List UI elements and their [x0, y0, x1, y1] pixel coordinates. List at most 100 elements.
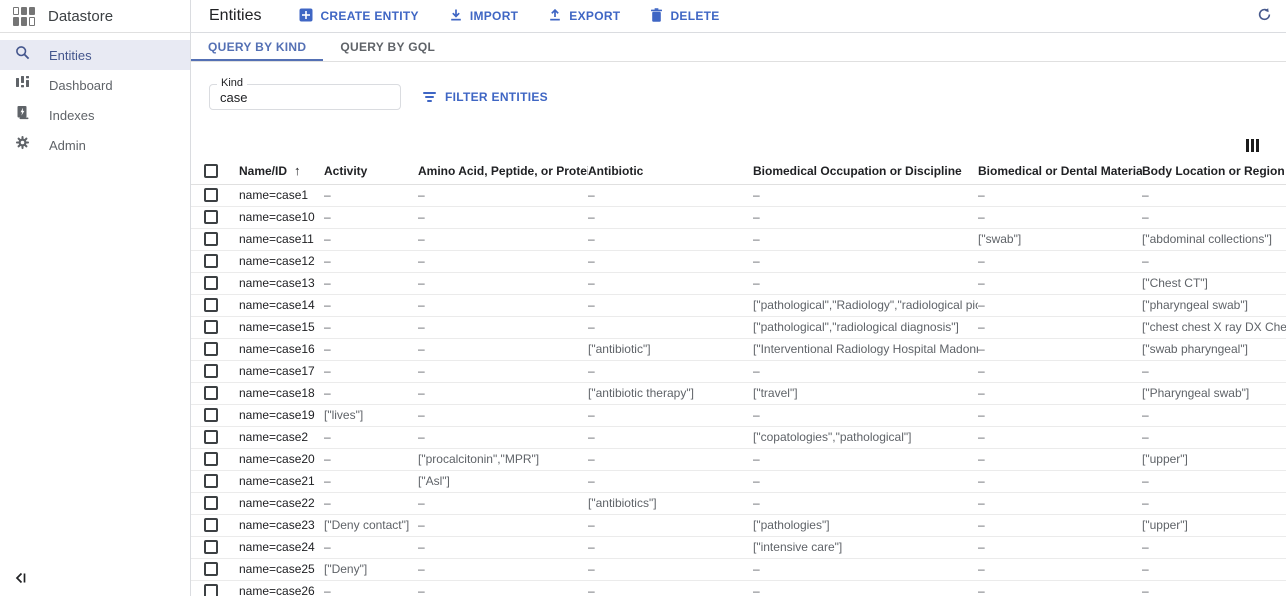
tab-label: QUERY BY GQL	[340, 40, 435, 54]
app-title: Datastore	[48, 8, 113, 25]
row-checkbox[interactable]	[204, 452, 218, 466]
dashboard-icon	[15, 75, 30, 95]
row-cell: –	[324, 316, 418, 338]
create-entity-label: CREATE ENTITY	[320, 9, 418, 23]
row-cell: –	[588, 404, 753, 426]
row-checkbox[interactable]	[204, 232, 218, 246]
row-cell: –	[1142, 558, 1286, 580]
row-name[interactable]: name=case25	[239, 558, 324, 580]
export-icon	[548, 8, 562, 25]
row-cell: –	[588, 580, 753, 596]
row-checkbox[interactable]	[204, 254, 218, 268]
query-panel: Kind FILTER ENTITIES	[191, 62, 1286, 132]
row-cell: ["antibiotic"]	[588, 338, 753, 360]
row-name[interactable]: name=case17	[239, 360, 324, 382]
column-header-activity[interactable]: Activity	[324, 158, 418, 184]
export-button[interactable]: EXPORT	[548, 8, 620, 25]
collapse-sidebar-button[interactable]	[14, 571, 28, 585]
row-checkbox[interactable]	[204, 474, 218, 488]
delete-button[interactable]: DELETE	[650, 8, 719, 25]
table-toolbar	[191, 132, 1286, 158]
row-cell: ["Deny"]	[324, 558, 418, 580]
tab-query-by-kind[interactable]: QUERY BY KIND	[191, 33, 323, 61]
row-checkbox[interactable]	[204, 540, 218, 554]
row-cell: –	[753, 206, 978, 228]
row-cell: ["Chest CT"]	[1142, 272, 1286, 294]
column-header-body-location[interactable]: Body Location or Region	[1142, 158, 1286, 184]
row-name[interactable]: name=case16	[239, 338, 324, 360]
sidebar-item-admin[interactable]: Admin	[0, 130, 190, 160]
column-header-antibiotic[interactable]: Antibiotic	[588, 158, 753, 184]
row-checkbox[interactable]	[204, 276, 218, 290]
row-checkbox[interactable]	[204, 408, 218, 422]
row-name[interactable]: name=case22	[239, 492, 324, 514]
filter-entities-label: FILTER ENTITIES	[445, 90, 548, 104]
row-cell: ["swab pharyngeal"]	[1142, 338, 1286, 360]
row-checkbox[interactable]	[204, 188, 218, 202]
row-name[interactable]: name=case14	[239, 294, 324, 316]
row-cell: –	[324, 294, 418, 316]
row-name[interactable]: name=case18	[239, 382, 324, 404]
column-header-biomedical-occupation[interactable]: Biomedical Occupation or Discipline	[753, 158, 978, 184]
tab-query-by-gql[interactable]: QUERY BY GQL	[323, 33, 452, 61]
row-cell: –	[588, 558, 753, 580]
row-checkbox[interactable]	[204, 562, 218, 576]
row-cell: ["upper"]	[1142, 514, 1286, 536]
row-cell: –	[753, 580, 978, 596]
row-name[interactable]: name=case2	[239, 426, 324, 448]
row-cell: ["procalcitonin","MPR"]	[418, 448, 588, 470]
row-checkbox[interactable]	[204, 320, 218, 334]
table-row: name=case13 – – – – – ["Chest CT"]	[191, 272, 1286, 294]
sidebar-nav: Entities Dashboard Indexes Admin	[0, 33, 190, 160]
row-checkbox[interactable]	[204, 210, 218, 224]
row-checkbox[interactable]	[204, 518, 218, 532]
sidebar-item-entities[interactable]: Entities	[0, 40, 190, 70]
row-cell: –	[588, 184, 753, 206]
row-checkbox[interactable]	[204, 430, 218, 444]
table-row: name=case20 – ["procalcitonin","MPR"] – …	[191, 448, 1286, 470]
row-cell: –	[324, 492, 418, 514]
row-name[interactable]: name=case19	[239, 404, 324, 426]
appbar: Entities CREATE ENTITY IMPORT EXPORT	[191, 0, 1286, 33]
filter-entities-button[interactable]: FILTER ENTITIES	[423, 90, 548, 104]
create-entity-button[interactable]: CREATE ENTITY	[299, 8, 418, 25]
row-name[interactable]: name=case26	[239, 580, 324, 596]
refresh-button[interactable]	[1255, 5, 1274, 27]
table-row: name=case17 – – – – – –	[191, 360, 1286, 382]
row-name[interactable]: name=case10	[239, 206, 324, 228]
row-name[interactable]: name=case23	[239, 514, 324, 536]
row-name[interactable]: name=case13	[239, 272, 324, 294]
sidebar-item-label: Admin	[49, 138, 86, 153]
row-cell: –	[324, 580, 418, 596]
sidebar-item-label: Indexes	[49, 108, 95, 123]
column-header-name-id[interactable]: Name/ID↑	[239, 158, 324, 184]
export-label: EXPORT	[569, 9, 620, 23]
row-checkbox[interactable]	[204, 342, 218, 356]
sidebar-item-dashboard[interactable]: Dashboard	[0, 70, 190, 100]
row-name[interactable]: name=case24	[239, 536, 324, 558]
table-row: name=case26 – – – – – –	[191, 580, 1286, 596]
row-name[interactable]: name=case12	[239, 250, 324, 272]
row-name[interactable]: name=case1	[239, 184, 324, 206]
sidebar-header: Datastore	[0, 0, 190, 33]
column-header-biomedical-material[interactable]: Biomedical or Dental Material	[978, 158, 1142, 184]
row-name[interactable]: name=case20	[239, 448, 324, 470]
import-button[interactable]: IMPORT	[449, 8, 518, 25]
row-checkbox[interactable]	[204, 364, 218, 378]
row-checkbox[interactable]	[204, 298, 218, 312]
row-cell: –	[753, 448, 978, 470]
column-header-amino-acid[interactable]: Amino Acid, Peptide, or Protein	[418, 158, 588, 184]
row-checkbox[interactable]	[204, 386, 218, 400]
select-all-checkbox[interactable]	[204, 164, 218, 178]
row-name[interactable]: name=case21	[239, 470, 324, 492]
row-cell: ["pathological","Radiology","radiologica…	[753, 294, 978, 316]
row-checkbox[interactable]	[204, 584, 218, 596]
row-name[interactable]: name=case11	[239, 228, 324, 250]
row-cell: –	[978, 382, 1142, 404]
sidebar-item-indexes[interactable]: Indexes	[0, 100, 190, 130]
row-cell: ["Pharyngeal swab"]	[1142, 382, 1286, 404]
column-settings-icon[interactable]	[1246, 139, 1259, 152]
row-name[interactable]: name=case15	[239, 316, 324, 338]
row-checkbox[interactable]	[204, 496, 218, 510]
sort-asc-icon[interactable]: ↑	[294, 163, 301, 178]
